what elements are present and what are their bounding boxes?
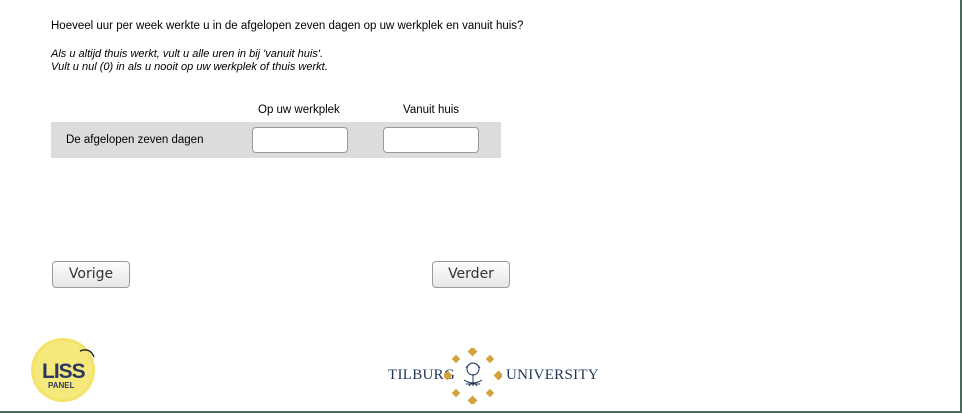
tilburg-logo-right-text: UNIVERSITY <box>506 367 599 383</box>
question-text: Hoeveel uur per week werkte u in de afge… <box>51 20 524 32</box>
tilburg-university-logo: TILBURG UNIVERSITY <box>388 348 599 404</box>
instruction-line-2: Vult u nul (0) in als u nooit op uw werk… <box>51 61 328 73</box>
liss-panel-logo: LISS PANEL <box>30 337 96 403</box>
table-row: De afgelopen zeven dagen <box>51 122 501 158</box>
previous-button[interactable]: Vorige <box>52 261 130 288</box>
instruction-line-1: Als u altijd thuis werkt, vult u alle ur… <box>51 48 323 60</box>
werkplek-hours-input[interactable] <box>252 127 348 153</box>
tilburg-crest-icon <box>444 348 502 404</box>
column-header-werkplek: Op uw werkplek <box>258 104 340 116</box>
column-header-vanuit-huis: Vanuit huis <box>403 104 460 116</box>
liss-logo-top-text: LISS <box>42 360 86 383</box>
instructions: Als u altijd thuis werkt, vult u alle ur… <box>51 48 328 74</box>
vanuit-huis-hours-input[interactable] <box>383 127 479 153</box>
next-button[interactable]: Verder <box>432 261 510 288</box>
liss-logo-bottom-text: PANEL <box>48 381 75 390</box>
row-label: De afgelopen zeven dagen <box>66 134 204 146</box>
